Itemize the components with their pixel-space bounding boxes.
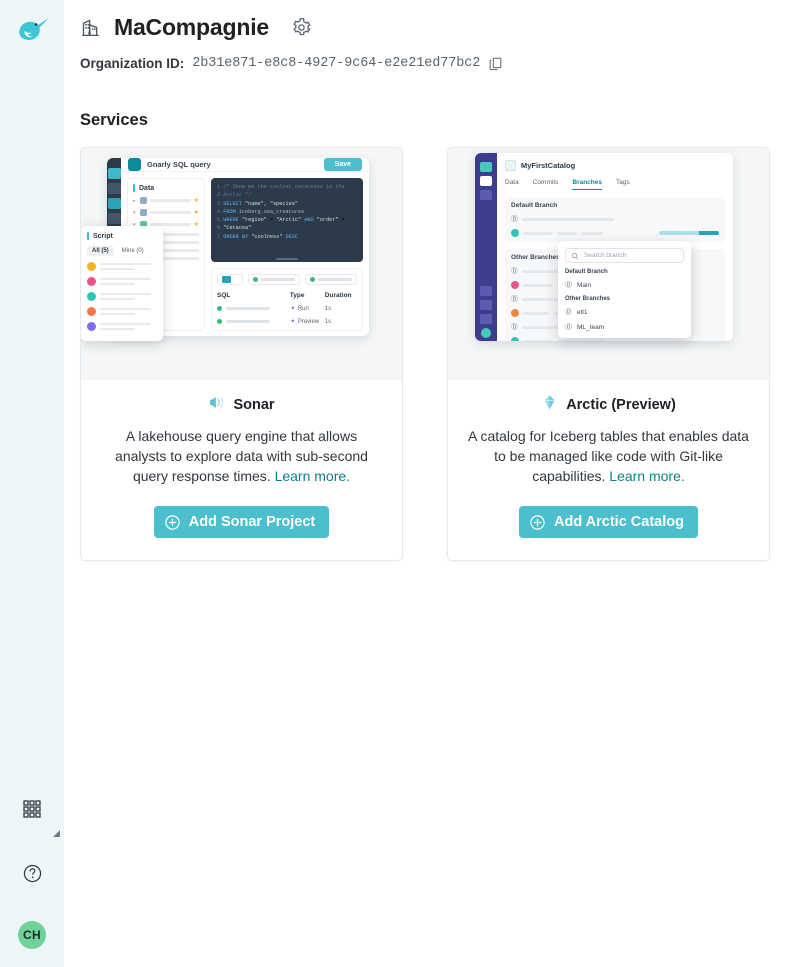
plus-circle-icon	[529, 514, 546, 531]
add-sonar-project-label: Add Sonar Project	[188, 514, 316, 530]
services-section-title: Services	[80, 111, 148, 129]
sonar-mock-data-label: Data	[139, 184, 155, 192]
sonar-mock-code-editor: 1 /* Show me the coolest cetaceans in th…	[211, 178, 363, 262]
add-arctic-catalog-button[interactable]: Add Arctic Catalog	[519, 506, 698, 538]
branch-name: etl1	[577, 308, 588, 316]
table-row: ✦ Preview 1s	[217, 318, 357, 325]
left-rail: CH	[0, 0, 64, 967]
arctic-default-branch-panel: Default Branch Ⓓ	[505, 197, 725, 242]
arctic-tab-tags: Tags	[616, 179, 630, 186]
arctic-mock-tabs: Data Commits Branches Tags	[505, 179, 725, 190]
page-title: MaCompagnie	[114, 14, 269, 40]
sonar-sound-wave-icon	[208, 394, 225, 416]
sonar-card-body: Sonar A lakehouse query engine that allo…	[81, 380, 402, 560]
arctic-tab-commits: Commits	[532, 179, 559, 186]
apps-grid-icon[interactable]	[16, 793, 60, 837]
results-col-duration: Duration	[324, 292, 352, 299]
arctic-mock-rail	[475, 153, 497, 341]
arctic-mock-branch-popover: Search branch Default Branch Ⓓ Main Other…	[558, 241, 691, 338]
dremio-narwhal-logo[interactable]	[8, 10, 56, 52]
branch-name: Main	[577, 281, 592, 289]
row-duration: 1s	[324, 305, 332, 312]
add-arctic-catalog-label: Add Arctic Catalog	[554, 514, 684, 530]
sonar-card-title: Sonar	[233, 397, 275, 413]
arctic-iceberg-icon	[541, 394, 558, 416]
list-item: Ⓓetl1	[565, 308, 588, 317]
row-type: Preview	[297, 318, 320, 325]
sonar-thumbnail: Gnarly SQL query Save Data ▸ ★ ▾ ★ ▾ ★ 1…	[81, 148, 402, 380]
row-duration: 1s	[324, 318, 332, 325]
copy-icon[interactable]	[488, 55, 504, 71]
sonar-card-description: A lakehouse query engine that allows ana…	[99, 426, 384, 486]
sql-icon	[128, 158, 141, 171]
script-popover-title: Script	[93, 232, 113, 240]
branch-search-box: Search branch	[565, 248, 684, 263]
building-icon	[80, 17, 102, 39]
main-content: MaCompagnie Organization ID: 2b31e871-e8…	[64, 0, 793, 967]
arctic-learn-more-link[interactable]: Learn more.	[609, 468, 684, 484]
script-tab-all: All (5)	[87, 246, 114, 256]
add-sonar-project-button[interactable]: Add Sonar Project	[153, 506, 330, 538]
organization-id-value: 2b31e871-e8c8-4927-9c64-e2e21ed77bc2	[192, 55, 481, 71]
sonar-mock-title: Gnarly SQL query	[147, 160, 211, 169]
branch-search-placeholder: Search branch	[584, 252, 627, 259]
services-card-list: Gnarly SQL query Save Data ▸ ★ ▾ ★ ▾ ★ 1…	[80, 147, 770, 561]
service-card-arctic[interactable]: MyFirstCatalog Data Commits Branches Tag…	[447, 147, 770, 561]
resize-handle-icon[interactable]	[53, 830, 60, 837]
arctic-mock-catalog-name: MyFirstCatalog	[521, 161, 576, 170]
search-icon	[571, 252, 579, 259]
sonar-mock-save-button: Save	[323, 158, 362, 171]
org-header: MaCompagnie	[80, 0, 770, 41]
help-circle-icon[interactable]	[16, 857, 48, 889]
arctic-card-body: Arctic (Preview) A catalog for Iceberg t…	[448, 380, 769, 560]
gear-icon[interactable]	[291, 17, 313, 39]
list-item: Ⓓ ML_team	[565, 323, 605, 332]
app-root: CH MaCompagnie Organization ID: 2b31e871…	[0, 0, 793, 967]
popover-default-branch-label: Default Branch	[565, 269, 608, 275]
sonar-mock-script-popover: Script All (5) Mine (0)	[81, 226, 163, 341]
organization-id-row: Organization ID: 2b31e871-e8c8-4927-9c64…	[80, 55, 770, 71]
sonar-mock-results: SQL Type Duration ✦ Run 1s ✦ Preview 1s	[211, 268, 363, 331]
row-type: Run	[297, 305, 309, 312]
results-col-sql: SQL	[217, 292, 231, 299]
avatar[interactable]: CH	[18, 921, 46, 949]
sonar-learn-more-link[interactable]: Learn more.	[275, 468, 350, 484]
plus-circle-icon	[164, 514, 181, 531]
organization-id-label: Organization ID:	[80, 55, 185, 71]
table-row: ✦ Run 1s	[217, 305, 357, 312]
results-col-type: Type	[289, 292, 305, 299]
popover-other-branches-label: Other Branches	[565, 296, 611, 302]
avatar-initials: CH	[23, 928, 41, 942]
arctic-tab-data: Data	[505, 179, 519, 186]
arctic-card-title: Arctic (Preview)	[566, 397, 676, 413]
sonar-mock-results-header: SQL Type Duration	[217, 292, 357, 299]
arctic-default-branch-label: Default Branch	[511, 202, 558, 209]
arctic-card-description: A catalog for Iceberg tables that enable…	[466, 426, 751, 486]
arctic-tab-branches: Branches	[572, 179, 602, 190]
arctic-thumbnail: MyFirstCatalog Data Commits Branches Tag…	[448, 148, 769, 380]
service-card-sonar[interactable]: Gnarly SQL query Save Data ▸ ★ ▾ ★ ▾ ★ 1…	[80, 147, 403, 561]
list-item: Ⓓ Main	[565, 281, 592, 290]
script-tab-mine: Mine (0)	[121, 248, 144, 254]
branch-name: ML_team	[577, 323, 605, 331]
